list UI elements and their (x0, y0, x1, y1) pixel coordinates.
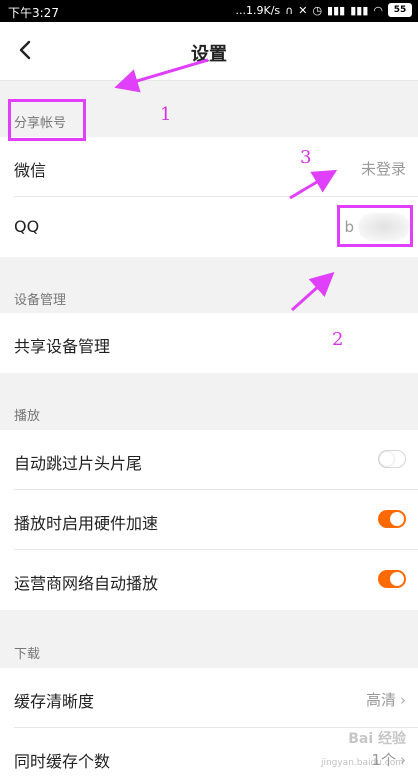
row-skip-intro: 自动跳过片头片尾 (0, 430, 418, 490)
section-label-playback: 播放 (14, 409, 41, 424)
qq-label: QQ (14, 217, 40, 236)
signal-icon-2: ▮▮▮ (350, 3, 369, 17)
shared-device-label: 共享设备管理 (14, 337, 111, 356)
network-speed: ...1.9K/s (235, 3, 281, 17)
wechat-status: 未登录 (360, 160, 406, 178)
chevron-right-icon: › (400, 691, 406, 709)
section-label-device: 设备管理 (14, 293, 67, 308)
annotation-arrow-2 (290, 271, 335, 312)
cache-quality-value: 高清 › (366, 689, 406, 710)
annotation-number-3: 3 (300, 147, 312, 168)
toggle-knob (390, 512, 404, 526)
mute-icon: ✕ (298, 3, 308, 17)
annotation-box-share-account (8, 99, 86, 141)
row-hw-accel: 播放时启用硬件加速 (0, 490, 418, 550)
wechat-label: 微信 (14, 161, 47, 180)
wifi-icon: ◠ (373, 3, 383, 17)
annotation-number-2: 2 (332, 329, 344, 350)
row-carrier-autoplay: 运营商网络自动播放 (0, 550, 418, 610)
hw-accel-toggle[interactable] (378, 510, 406, 528)
annotation-number-1: 1 (160, 104, 172, 125)
watermark: Bai 经验 (348, 731, 406, 747)
status-time: 下午3:27 (8, 6, 59, 20)
page-title: 设置 (191, 44, 227, 65)
carrier-autoplay-label: 运营商网络自动播放 (14, 574, 159, 593)
skip-intro-toggle[interactable] (378, 450, 406, 468)
hw-accel-label: 播放时启用硬件加速 (14, 514, 159, 533)
section-label-download: 下载 (14, 647, 41, 662)
signal-icon: ▮▮▮ (327, 3, 346, 17)
headphones-icon: ∩ (285, 3, 294, 17)
battery-icon: 55 (388, 3, 412, 17)
watermark-sub: jingyan.baidu.com (320, 758, 404, 768)
header: 设置 (0, 22, 418, 81)
carrier-autoplay-toggle[interactable] (378, 570, 406, 588)
toggle-knob (390, 572, 404, 586)
concurrent-cache-label: 同时缓存个数 (14, 752, 111, 771)
skip-intro-label: 自动跳过片头片尾 (14, 454, 143, 473)
row-cache-quality[interactable]: 缓存清晰度 高清 › (0, 668, 418, 728)
cache-quality-text: 高清 (365, 691, 396, 709)
status-bar: 下午3:27 ...1.9K/s ∩ ✕ ◷ ▮▮▮ ▮▮▮ ◠ 55 (0, 0, 418, 22)
row-wechat[interactable]: 微信 未登录 (0, 137, 418, 197)
cache-quality-label: 缓存清晰度 (14, 692, 95, 711)
status-icons: ...1.9K/s ∩ ✕ ◷ ▮▮▮ ▮▮▮ ◠ 55 (236, 3, 412, 17)
toggle-knob (380, 452, 394, 466)
alarm-icon: ◷ (312, 3, 323, 17)
annotation-box-qq-account (337, 205, 413, 247)
row-shared-device[interactable]: 共享设备管理 (0, 313, 418, 373)
